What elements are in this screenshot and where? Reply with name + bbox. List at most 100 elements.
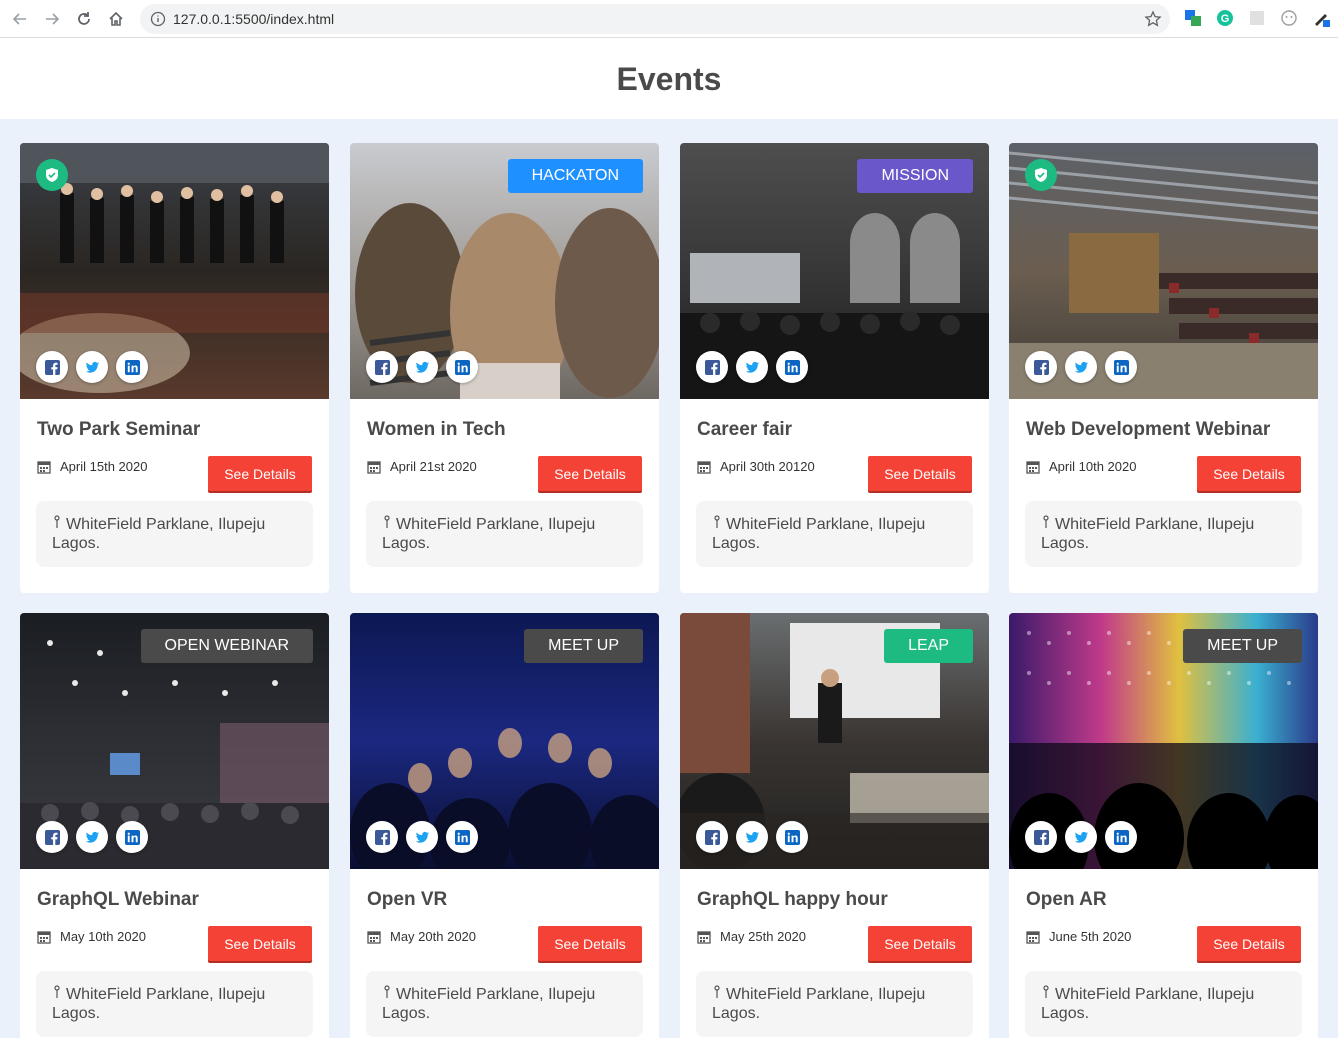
- event-date-text: April 21st 2020: [390, 459, 477, 474]
- facebook-share-button[interactable]: [366, 351, 398, 383]
- calendar-icon: [697, 460, 711, 474]
- linkedin-icon: [784, 829, 800, 845]
- calendar-icon: [367, 460, 381, 474]
- event-card: Two Park Seminar April 15th 2020 See Det…: [20, 143, 329, 593]
- linkedin-icon: [454, 829, 470, 845]
- facebook-share-button[interactable]: [36, 351, 68, 383]
- extension-grammarly-icon[interactable]: G: [1216, 9, 1234, 27]
- forward-button[interactable]: [40, 7, 64, 31]
- event-location: WhiteField Parklane, Ilupeju Lagos.: [36, 971, 313, 1037]
- see-details-button[interactable]: See Details: [1197, 926, 1301, 961]
- address-bar[interactable]: 127.0.0.1:5500/index.html: [140, 4, 1170, 34]
- extension-pen-icon[interactable]: [1312, 9, 1330, 27]
- home-button[interactable]: [104, 7, 128, 31]
- calendar-icon: [37, 460, 51, 474]
- linkedin-icon: [1113, 359, 1129, 375]
- linkedin-share-button[interactable]: [776, 351, 808, 383]
- event-date-text: May 25th 2020: [720, 929, 807, 944]
- facebook-share-button[interactable]: [1025, 351, 1057, 383]
- linkedin-share-button[interactable]: [446, 821, 478, 853]
- event-date: May 25th 2020: [697, 929, 806, 944]
- see-details-button[interactable]: See Details: [868, 456, 972, 491]
- back-button[interactable]: [8, 7, 32, 31]
- see-details-button[interactable]: See Details: [208, 926, 312, 961]
- twitter-icon: [1074, 361, 1088, 373]
- social-links: [36, 821, 148, 853]
- linkedin-icon: [124, 829, 140, 845]
- page-header: Events: [0, 39, 1338, 119]
- twitter-share-button[interactable]: [1065, 821, 1097, 853]
- arrow-right-icon: [46, 13, 60, 25]
- facebook-icon: [374, 829, 390, 845]
- event-image: [1009, 143, 1318, 399]
- see-details-button[interactable]: See Details: [868, 926, 972, 961]
- reload-icon: [78, 12, 90, 25]
- linkedin-share-button[interactable]: [1105, 821, 1137, 853]
- linkedin-share-button[interactable]: [776, 821, 808, 853]
- see-details-button[interactable]: See Details: [538, 926, 642, 961]
- see-details-button[interactable]: See Details: [538, 456, 642, 491]
- event-card: LEAP GraphQL happy hour May 25th 2020 Se…: [680, 613, 989, 1038]
- location-line1: WhiteField Parklane, Ilupeju: [396, 516, 596, 533]
- extension-translate-icon[interactable]: [1184, 9, 1202, 27]
- event-title: GraphQL Webinar: [37, 889, 199, 910]
- event-title: Two Park Seminar: [37, 419, 201, 440]
- facebook-share-button[interactable]: [696, 821, 728, 853]
- reload-button[interactable]: [72, 7, 96, 31]
- location-line1: WhiteField Parklane, Ilupeju: [66, 516, 266, 533]
- event-location: WhiteField Parklane, Ilupeju Lagos.: [696, 971, 973, 1037]
- extension-grid-icon[interactable]: [1248, 9, 1266, 27]
- url-text: 127.0.0.1:5500/index.html: [173, 11, 335, 27]
- linkedin-share-button[interactable]: [116, 351, 148, 383]
- twitter-share-button[interactable]: [406, 351, 438, 383]
- bookmark-star-icon[interactable]: [1144, 10, 1162, 28]
- facebook-share-button[interactable]: [696, 351, 728, 383]
- calendar-icon: [367, 930, 381, 944]
- twitter-share-button[interactable]: [1065, 351, 1097, 383]
- event-card: MEET UP Open AR June 5th 2020 See Detail…: [1009, 613, 1318, 1038]
- linkedin-share-button[interactable]: [446, 351, 478, 383]
- event-title: Career fair: [697, 419, 793, 440]
- social-links: [696, 351, 808, 383]
- event-date-text: April 30th 20120: [720, 459, 815, 474]
- facebook-icon: [44, 829, 60, 845]
- location-line1: WhiteField Parklane, Ilupeju: [726, 516, 926, 533]
- facebook-icon: [1033, 359, 1049, 375]
- linkedin-icon: [1113, 829, 1129, 845]
- event-image: MISSION: [680, 143, 989, 399]
- facebook-share-button[interactable]: [366, 821, 398, 853]
- event-date-text: June 5th 2020: [1049, 929, 1132, 944]
- event-date: April 15th 2020: [37, 459, 147, 474]
- location-line2: Lagos.: [382, 1005, 431, 1022]
- facebook-share-button[interactable]: [1025, 821, 1057, 853]
- twitter-share-button[interactable]: [76, 351, 108, 383]
- location-line1: WhiteField Parklane, Ilupeju: [1055, 986, 1255, 1003]
- facebook-share-button[interactable]: [36, 821, 68, 853]
- twitter-icon: [745, 361, 759, 373]
- social-links: [36, 351, 148, 383]
- twitter-share-button[interactable]: [736, 821, 768, 853]
- event-location: WhiteField Parklane, Ilupeju Lagos.: [366, 501, 643, 567]
- see-details-button[interactable]: See Details: [208, 456, 312, 491]
- social-links: [1025, 351, 1137, 383]
- extension-face-icon[interactable]: [1280, 9, 1298, 27]
- facebook-icon: [1033, 829, 1049, 845]
- twitter-share-button[interactable]: [736, 351, 768, 383]
- see-details-button[interactable]: See Details: [1197, 456, 1301, 491]
- twitter-share-button[interactable]: [76, 821, 108, 853]
- calendar-icon: [1026, 930, 1040, 944]
- event-card: HACKATON Women in Tech April 21st 2020 S…: [350, 143, 659, 593]
- facebook-icon: [704, 829, 720, 845]
- linkedin-share-button[interactable]: [1105, 351, 1137, 383]
- event-category-badge: MISSION: [857, 159, 973, 193]
- location-line2: Lagos.: [382, 535, 431, 552]
- event-date-text: April 10th 2020: [1049, 459, 1137, 474]
- location-line1: WhiteField Parklane, Ilupeju: [396, 986, 596, 1003]
- twitter-icon: [745, 831, 759, 843]
- social-links: [366, 821, 478, 853]
- location-line1: WhiteField Parklane, Ilupeju: [1055, 516, 1255, 533]
- twitter-share-button[interactable]: [406, 821, 438, 853]
- location-line1: WhiteField Parklane, Ilupeju: [726, 986, 926, 1003]
- linkedin-share-button[interactable]: [116, 821, 148, 853]
- linkedin-icon: [454, 359, 470, 375]
